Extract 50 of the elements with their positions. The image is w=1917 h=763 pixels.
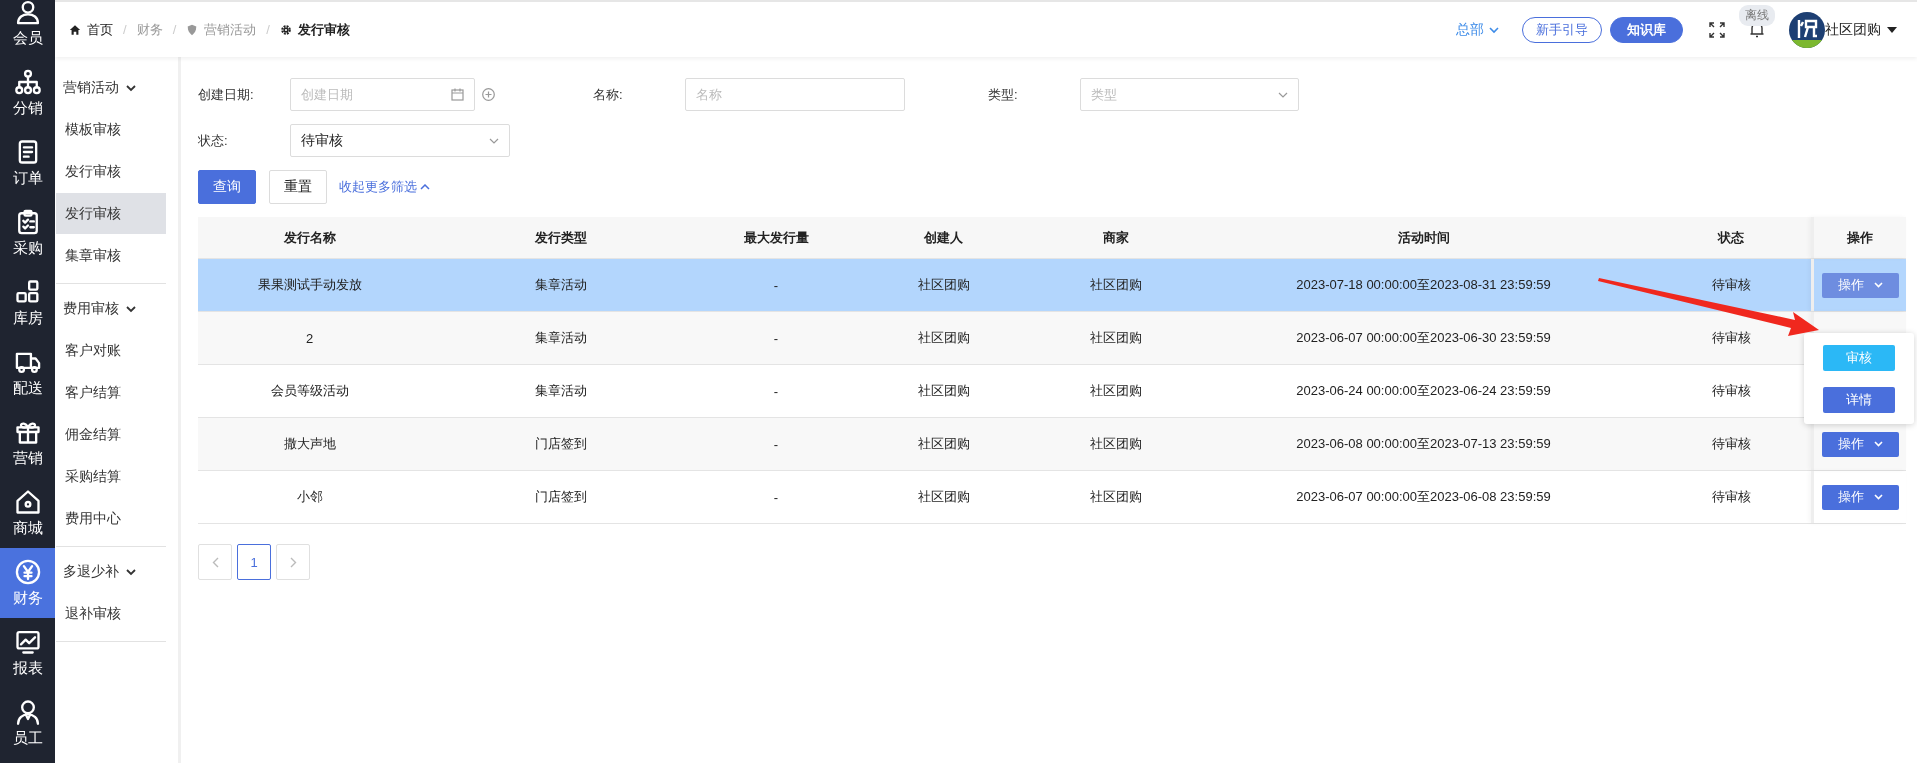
table-cell-text: 果果测试手动发放 <box>256 276 363 294</box>
table-cell-text: 2023-06-07 00:00:00至2023-06-30 23:59:59 <box>1295 329 1552 347</box>
table-cell-text: 门店签到 <box>534 435 588 453</box>
table-cell-text: 2023-06-08 00:00:00至2023-07-13 23:59:59 <box>1295 435 1552 453</box>
table-cell-text: 待审核 <box>1710 276 1752 294</box>
table-cell-text: 门店签到 <box>534 488 588 506</box>
table-cell-text: 待审核 <box>1710 329 1752 347</box>
field-label: 状态: <box>198 131 229 150</box>
column-header: 状态 <box>1716 228 1745 247</box>
column-header: 发行类型 <box>534 228 588 247</box>
field-label: 创建日期: <box>198 85 255 104</box>
table-cell-text: - <box>772 488 780 507</box>
table-cell-text: 待审核 <box>1710 488 1752 506</box>
table-cell-text: 社区团购 <box>1089 329 1143 347</box>
table-cell-text: 社区团购 <box>916 488 971 506</box>
table-cell-text: 社区团购 <box>916 329 971 347</box>
breadcrumb-separator: / <box>123 22 127 37</box>
table-cell-text: 待审核 <box>1710 435 1752 453</box>
column-header: 活动时间 <box>1396 228 1451 247</box>
status-badge: 离线 <box>1739 5 1775 26</box>
table-cell-text: 社区团购 <box>1089 488 1143 506</box>
table-cell-text: 2 <box>304 329 315 348</box>
table-cell-text: 社区团购 <box>1089 382 1143 400</box>
table-cell-text: - <box>772 329 780 348</box>
table-cell-text: 社区团购 <box>1089 435 1143 453</box>
breadcrumb-separator: / <box>172 22 177 37</box>
table-cell-text: 2023-06-07 00:00:00至2023-06-08 23:59:59 <box>1295 488 1552 506</box>
table-cell-text: 小邻 <box>295 488 324 506</box>
table-cell-text: - <box>772 382 780 401</box>
table-cell-text: - <box>772 435 780 454</box>
table-cell-text: 社区团购 <box>916 382 971 400</box>
table-cell-text: 会员等级活动 <box>269 382 350 400</box>
field-label: 名称: <box>593 85 624 104</box>
table-cell-text: 社区团购 <box>916 435 971 453</box>
field-label: 类型: <box>988 85 1019 104</box>
table-cell-text: 2023-07-18 00:00:00至2023-08-31 23:59:59 <box>1295 276 1552 294</box>
table-cell-text: 社区团购 <box>916 276 971 294</box>
column-header: 创建人 <box>923 228 964 247</box>
table-cell-text: 社区团购 <box>1089 276 1143 294</box>
table-cell-text: 2023-06-24 00:00:00至2023-06-24 23:59:59 <box>1295 382 1552 400</box>
table-cell-text: 集章活动 <box>534 276 588 294</box>
table-cell-text: - <box>772 276 780 295</box>
table-cell-text: 撒大声地 <box>282 435 337 453</box>
column-header: 最大发行量 <box>742 228 810 247</box>
table-cell-text: 集章活动 <box>534 329 588 347</box>
column-header: 商家 <box>1102 228 1130 247</box>
table-cell-text: 集章活动 <box>534 382 588 400</box>
column-header: 发行名称 <box>282 228 337 247</box>
table-cell-text: 待审核 <box>1710 382 1752 400</box>
breadcrumb-separator: / <box>266 22 270 37</box>
